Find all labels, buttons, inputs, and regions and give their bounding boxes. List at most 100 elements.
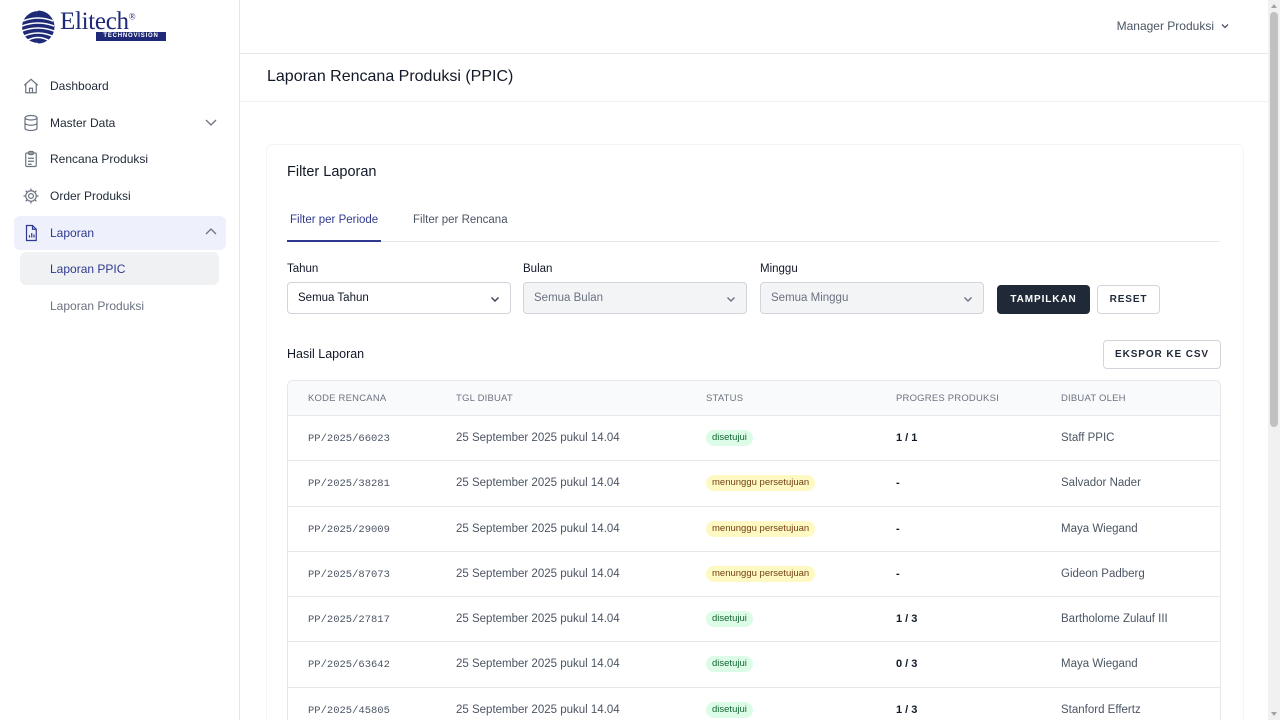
status-badge: menunggu persetujuan (706, 520, 816, 537)
row-progress: 1 / 1 (896, 432, 918, 444)
export-csv-button[interactable]: EKSPOR KE CSV (1103, 340, 1221, 369)
brand-logo[interactable]: Elitech® TECHNOVISION (20, 8, 166, 45)
row-code: PP/2025/29009 (308, 523, 390, 536)
year-select[interactable]: Semua Tahun (287, 282, 511, 314)
status-badge: disetujui (706, 701, 753, 718)
table-row[interactable]: PP/2025/45805 25 September 2025 pukul 14.… (288, 688, 1220, 720)
month-label: Bulan (523, 263, 553, 275)
sidebar-nav: Dashboard Master Data Rencana Produksi O… (14, 69, 226, 326)
year-field: Tahun Semua Tahun (287, 263, 511, 314)
week-field: Minggu Semua Minggu (760, 263, 984, 314)
row-progress: - (896, 567, 900, 580)
tab-filter-per-rencana[interactable]: Filter per Rencana (410, 203, 511, 242)
home-icon (22, 77, 40, 95)
sidebar-item-label: Order Produksi (50, 189, 131, 204)
scroll-up-arrow-icon[interactable] (1270, 2, 1278, 10)
topbar: Manager Produksi (240, 0, 1268, 54)
filter-tabs: Filter per Periode Filter per Rencana (287, 203, 1220, 242)
user-name: Manager Produksi (1116, 19, 1214, 33)
col-dibuat-oleh[interactable]: DIBUAT OLEH (1061, 393, 1126, 404)
status-badge: disetujui (706, 656, 753, 673)
status-badge: disetujui (706, 611, 753, 628)
row-code: PP/2025/45805 (308, 704, 390, 717)
week-select[interactable]: Semua Minggu (760, 282, 984, 314)
results-table: KODE RENCANA TGL DIBUAT STATUS PROGRES P… (287, 380, 1221, 720)
row-progress: - (896, 477, 900, 490)
sidebar-item-master-data[interactable]: Master Data (14, 106, 226, 140)
col-kode-rencana[interactable]: KODE RENCANA (308, 393, 386, 404)
sidebar-item-label: Dashboard (50, 79, 109, 93)
row-created-by: Maya Wiegand (1061, 522, 1138, 535)
row-date: 25 September 2025 pukul 14.04 (456, 432, 620, 444)
sidebar-item-label: Rencana Produksi (50, 152, 149, 167)
show-button[interactable]: TAMPILKAN (997, 285, 1090, 314)
row-progress: 1 / 3 (896, 613, 918, 626)
row-code: PP/2025/66023 (308, 433, 390, 445)
col-progres-produksi[interactable]: PROGRES PRODUKSI (896, 393, 999, 404)
year-label: Tahun (287, 263, 319, 275)
col-tgl-dibuat[interactable]: TGL DIBUAT (456, 393, 513, 404)
page-header: Laporan Rencana Produksi (PPIC) (240, 54, 1268, 102)
table-row[interactable]: PP/2025/38281 25 September 2025 pukul 14.… (288, 461, 1220, 507)
chevron-up-icon (205, 227, 217, 235)
chevron-down-icon (1221, 24, 1229, 29)
row-date: 25 September 2025 pukul 14.04 (456, 567, 620, 580)
sidebar-item-dashboard[interactable]: Dashboard (14, 69, 226, 103)
month-field: Bulan Semua Bulan (523, 263, 747, 314)
sidebar-item-rencana-produksi[interactable]: Rencana Produksi (14, 142, 226, 176)
sidebar-item-label: Laporan (50, 225, 95, 240)
report-card: Filter Laporan Filter per Periode Filter… (267, 145, 1243, 720)
gear-icon (22, 187, 40, 205)
row-created-by: Gideon Padberg (1061, 567, 1145, 580)
table-row[interactable]: PP/2025/63642 25 September 2025 pukul 14.… (288, 642, 1220, 688)
chevron-down-icon (727, 297, 735, 302)
table-header: KODE RENCANA TGL DIBUAT STATUS PROGRES P… (288, 381, 1220, 416)
filter-title: Filter Laporan (287, 164, 377, 180)
col-status[interactable]: STATUS (706, 393, 743, 404)
database-icon (22, 114, 40, 132)
clipboard-icon (22, 150, 40, 168)
sidebar-item-order-produksi[interactable]: Order Produksi (14, 179, 226, 213)
row-date: 25 September 2025 pukul 14.04 (456, 703, 620, 716)
table-row[interactable]: PP/2025/29009 25 September 2025 pukul 14.… (288, 507, 1220, 552)
week-label: Minggu (760, 263, 798, 275)
row-created-by: Salvador Nader (1061, 477, 1141, 490)
sidebar-item-laporan[interactable]: Laporan (14, 215, 226, 250)
row-date: 25 September 2025 pukul 14.04 (456, 613, 620, 626)
user-menu[interactable]: Manager Produksi (1117, 19, 1230, 33)
row-progress: 1 / 3 (896, 703, 918, 716)
row-code: PP/2025/63642 (308, 659, 390, 672)
row-date: 25 September 2025 pukul 14.04 (456, 658, 620, 671)
row-progress: 0 / 3 (896, 658, 918, 671)
row-code: PP/2025/87073 (308, 568, 390, 581)
status-badge: menunggu persetujuan (706, 565, 816, 582)
chevron-down-icon (205, 119, 217, 126)
brand-tagline: TECHNOVISION (96, 32, 166, 41)
sidebar-subitem-laporan-produksi[interactable]: Laporan Produksi (20, 289, 219, 322)
row-created-by: Staff PPIC (1061, 432, 1115, 444)
sidebar-subitem-laporan-ppic[interactable]: Laporan PPIC (20, 252, 219, 286)
tab-filter-per-periode[interactable]: Filter per Periode (287, 203, 382, 242)
page-scrollbar[interactable] (1268, 0, 1280, 720)
chevron-down-icon (964, 297, 972, 302)
scroll-down-arrow-icon[interactable] (1270, 710, 1278, 718)
globe-logo-icon (20, 9, 55, 45)
status-badge: disetujui (706, 430, 753, 446)
row-code: PP/2025/38281 (308, 478, 390, 491)
row-date: 25 September 2025 pukul 14.04 (456, 522, 620, 535)
table-row[interactable]: PP/2025/87073 25 September 2025 pukul 14.… (288, 552, 1220, 598)
page-title: Laporan Rencana Produksi (PPIC) (267, 68, 514, 85)
table-row[interactable]: PP/2025/66023 25 September 2025 pukul 14.… (288, 416, 1220, 462)
row-created-by: Maya Wiegand (1061, 658, 1138, 671)
row-created-by: Bartholome Zulauf III (1061, 613, 1168, 626)
row-created-by: Stanford Effertz (1061, 703, 1141, 716)
sidebar: Elitech® TECHNOVISION Dashboard Master D… (0, 0, 240, 720)
status-badge: menunggu persetujuan (706, 475, 816, 492)
results-title: Hasil Laporan (287, 347, 365, 361)
table-row[interactable]: PP/2025/27817 25 September 2025 pukul 14.… (288, 597, 1220, 643)
row-date: 25 September 2025 pukul 14.04 (456, 477, 620, 490)
month-select[interactable]: Semua Bulan (523, 282, 747, 314)
reset-button[interactable]: RESET (1097, 285, 1160, 314)
sidebar-item-label: Master Data (50, 115, 116, 130)
scrollbar-thumb[interactable] (1270, 12, 1278, 427)
